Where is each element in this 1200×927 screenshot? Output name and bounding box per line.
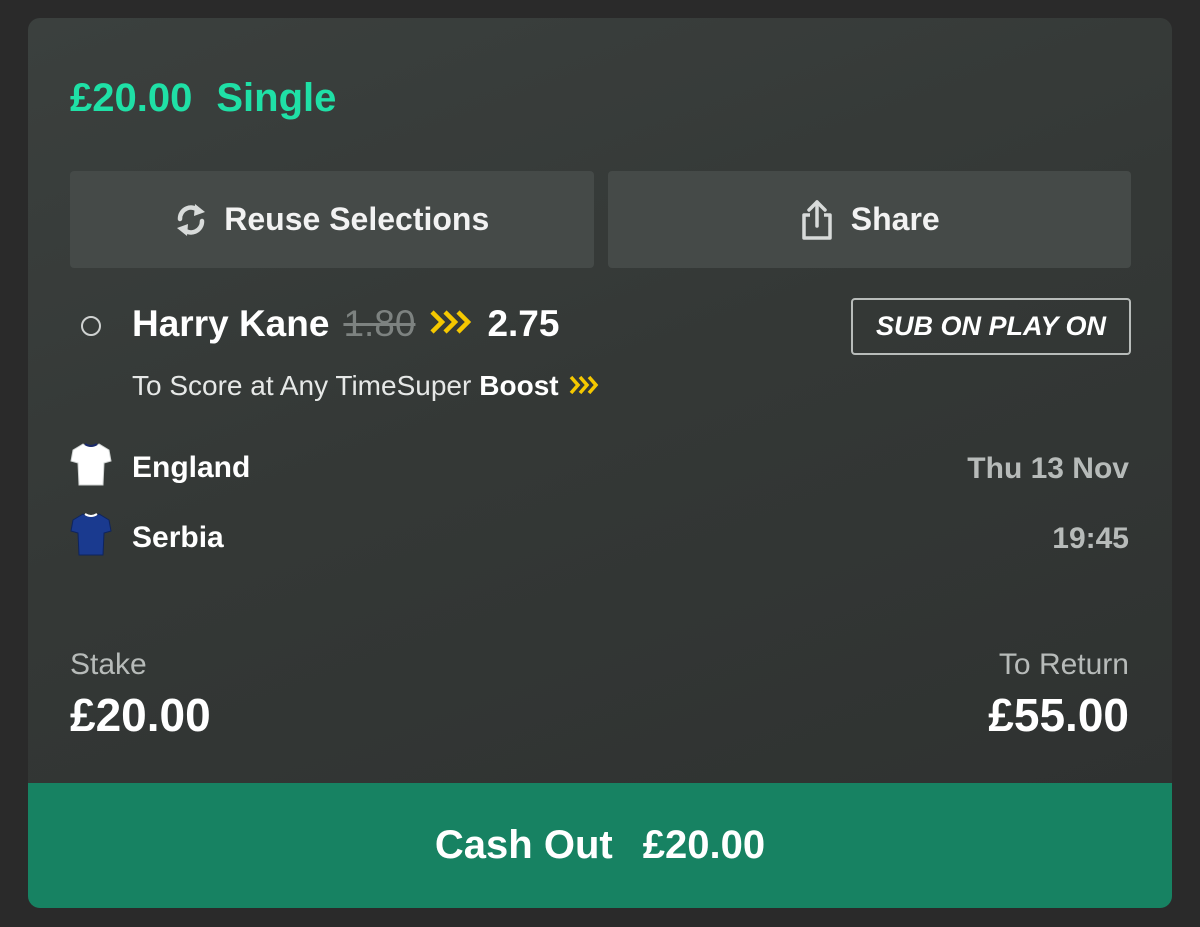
bet-card: £20.00 Single Reuse Selections Share Har…	[28, 18, 1172, 908]
stake-label: Stake	[70, 648, 147, 681]
stake-summary: Stake £20.00	[70, 648, 211, 742]
home-team: England	[70, 441, 250, 495]
stake-value: £20.00	[70, 689, 211, 741]
selection-status-indicator	[81, 316, 101, 336]
cash-out-amount: £20.00	[642, 823, 766, 867]
boost-label: Boost	[479, 370, 559, 401]
away-kit-icon	[70, 511, 112, 565]
original-odds: 1.80	[343, 303, 416, 344]
reuse-selections-label: Reuse Selections	[224, 201, 490, 237]
boosted-odds: 2.75	[487, 303, 560, 344]
selection-row: Harry Kane 1.80 2.75 SUB ON PLAY ON	[70, 298, 1131, 368]
market-line: To Score at Any Time Super Boost	[132, 370, 601, 402]
away-team-name: Serbia	[132, 521, 224, 554]
bet-title: £20.00 Single	[70, 76, 336, 121]
share-icon	[799, 198, 835, 242]
home-team-name: England	[132, 451, 251, 484]
selection-name: Harry Kane	[132, 303, 330, 344]
market-name: To Score at Any Time	[132, 370, 397, 401]
cash-out-label: Cash Out	[434, 823, 613, 867]
return-value: £55.00	[988, 689, 1129, 741]
return-summary: To Return £55.00	[988, 648, 1129, 742]
home-kit-icon	[70, 441, 112, 495]
cash-out-button[interactable]: Cash Out £20.00	[28, 783, 1172, 908]
away-team: Serbia	[70, 511, 224, 565]
selection-main: Harry Kane 1.80 2.75	[132, 303, 559, 345]
match-date: Thu 13 Nov	[967, 452, 1129, 485]
boost-prefix: Super	[396, 370, 472, 401]
bet-type: Single	[216, 76, 337, 120]
return-label: To Return	[998, 648, 1129, 681]
reuse-selections-button[interactable]: Reuse Selections	[70, 171, 594, 268]
share-label: Share	[850, 201, 940, 237]
boost-chevrons-icon	[429, 309, 473, 340]
share-button[interactable]: Share	[607, 171, 1131, 268]
match-time: 19:45	[1052, 522, 1129, 555]
sub-on-play-on-badge: SUB ON PLAY ON	[851, 298, 1131, 355]
boost-chevrons-small-icon	[559, 370, 601, 402]
bet-actions: Reuse Selections Share	[70, 171, 1131, 268]
refresh-icon	[174, 200, 208, 240]
bet-stake-amount: £20.00	[70, 76, 193, 120]
